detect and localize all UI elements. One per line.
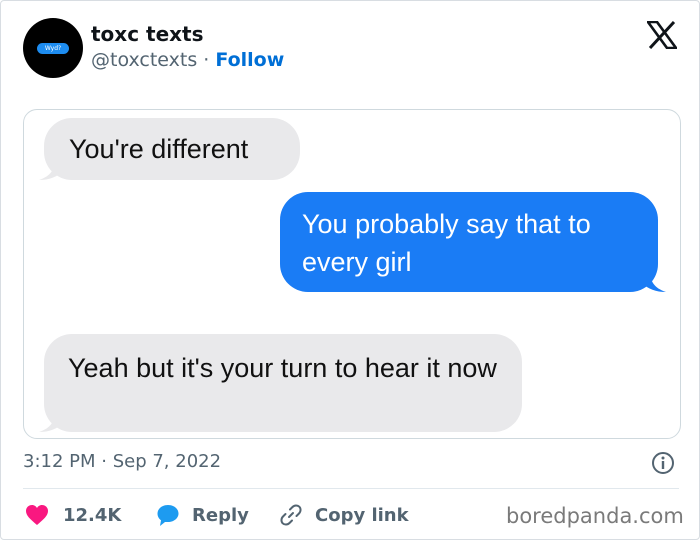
avatar[interactable]: Wyd? — [23, 18, 83, 78]
bubble-tail — [39, 159, 63, 180]
reply-button[interactable]: Reply — [156, 501, 249, 529]
message-bubble-sent: You probably say that to every girl — [280, 192, 658, 292]
like-count: 12.4K — [63, 504, 122, 526]
x-logo-icon[interactable] — [647, 21, 677, 49]
message-bubble-received: You're different — [44, 118, 300, 180]
reply-bubble-icon — [157, 505, 179, 526]
bubble-tail — [642, 271, 666, 292]
author-name[interactable]: toxc texts — [91, 22, 204, 46]
message-bubble-received: Yeah but it's your turn to hear it now — [44, 334, 522, 432]
copy-link-label: Copy link — [315, 504, 409, 526]
tweet-card: Wyd? toxc texts @toxctexts · Follow You'… — [0, 0, 700, 540]
link-icon — [280, 504, 302, 526]
message-text: You're different — [69, 134, 249, 164]
separator-dot: · — [203, 49, 210, 71]
message-text: Yeah but it's your turn to hear it now — [68, 353, 497, 383]
tweet-timestamp[interactable]: 3:12 PM · Sep 7, 2022 — [23, 451, 221, 472]
author-handle[interactable]: @toxctexts — [91, 49, 197, 71]
avatar-bubble: Wyd? — [37, 43, 69, 54]
message-text: You probably say that to every girl — [302, 209, 591, 277]
watermark: boredpanda.com — [506, 504, 684, 528]
heart-icon — [26, 505, 48, 525]
info-icon[interactable] — [651, 451, 675, 475]
reply-label: Reply — [192, 504, 249, 526]
bubble-tail — [39, 411, 63, 432]
divider — [23, 488, 679, 489]
copy-link-button[interactable]: Copy link — [279, 501, 409, 529]
like-button[interactable]: 12.4K — [25, 501, 121, 529]
follow-link[interactable]: Follow — [215, 49, 284, 71]
message-screenshot[interactable]: You're different You probably say that t… — [23, 109, 681, 439]
author-handle-row: @toxctexts · Follow — [91, 49, 284, 71]
